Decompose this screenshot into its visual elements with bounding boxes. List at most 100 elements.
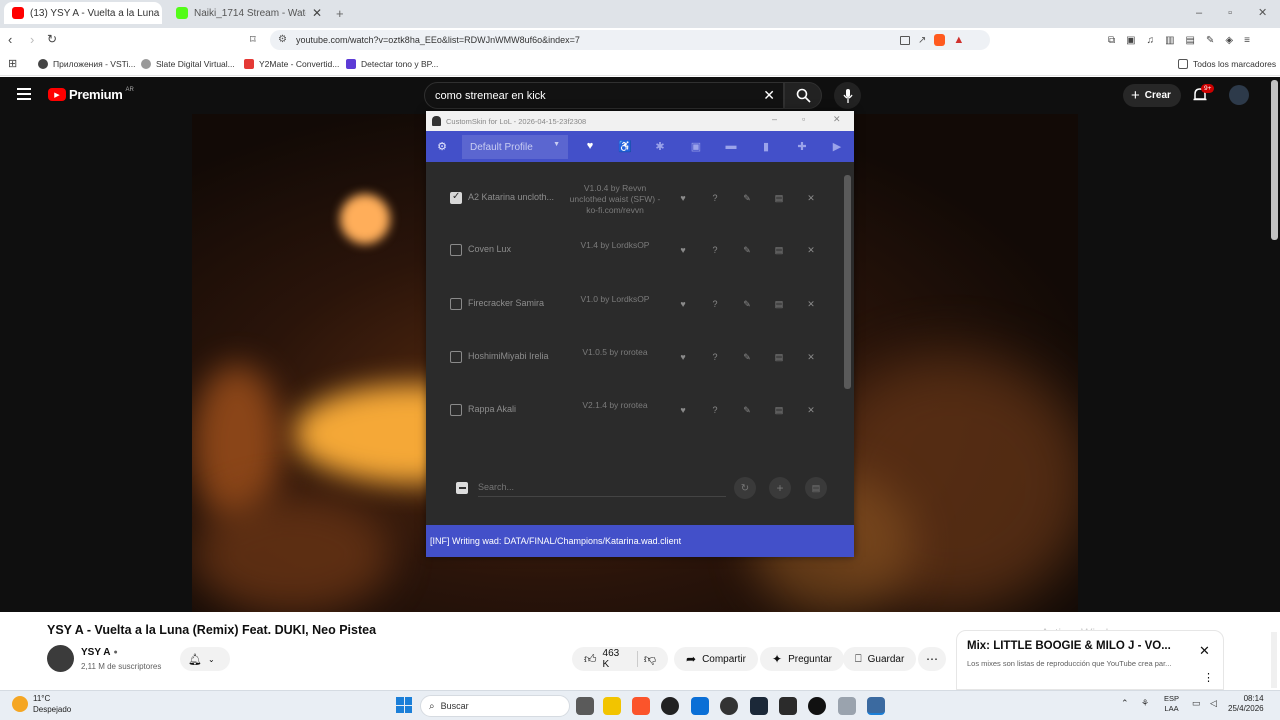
refresh-icon[interactable]: ↻ xyxy=(734,477,756,499)
close-icon[interactable]: ✕ xyxy=(159,6,162,20)
favorite-heart-icon[interactable]: ♥ xyxy=(676,243,690,257)
mod-row[interactable]: Coven Lux V1.4 by LordksOP ♥ ? ✎ ▤ ✕ xyxy=(446,235,826,265)
add-mod-icon[interactable]: + xyxy=(769,477,791,499)
new-tab-icon[interactable]: + xyxy=(336,6,344,21)
notifications-button[interactable]: 9+ xyxy=(1192,84,1215,105)
accessibility-icon[interactable]: ♿ xyxy=(615,137,635,155)
bookmark-item[interactable]: Y2Mate - Convertid... xyxy=(244,56,339,72)
export-icon[interactable]: ▤ xyxy=(772,403,786,417)
mod-row[interactable]: Firecracker Samira V1.0 by LordksOP ♥ ? … xyxy=(446,289,826,319)
youtube-logo[interactable]: ▶ Premium AR xyxy=(48,87,134,102)
minimize-icon[interactable]: – xyxy=(772,114,777,124)
task-view-icon[interactable] xyxy=(576,697,594,715)
delete-icon[interactable]: ▮ xyxy=(756,137,776,155)
steam-icon[interactable] xyxy=(750,697,768,715)
extension-icon[interactable]: ⧉ xyxy=(1108,35,1115,46)
extension-icon[interactable]: ▣ xyxy=(1126,35,1135,46)
mod-list-scrollbar[interactable] xyxy=(844,175,851,389)
mod-search-input[interactable] xyxy=(478,477,726,497)
heart-icon[interactable]: ♥ xyxy=(580,137,600,155)
close-icon[interactable]: ✕ xyxy=(833,114,841,125)
rewards-icon[interactable]: ▲ xyxy=(953,34,964,46)
mix-menu-icon[interactable]: ⋮ xyxy=(1203,671,1214,684)
site-info-icon[interactable]: ⚙ xyxy=(278,34,287,45)
import-file-icon[interactable]: ▤ xyxy=(805,477,827,499)
bug-icon[interactable]: ✱ xyxy=(650,137,670,155)
app-icon[interactable] xyxy=(808,697,826,715)
edit-icon[interactable]: ✎ xyxy=(740,297,754,311)
page-scrollbar[interactable] xyxy=(1271,632,1277,688)
mod-checkbox[interactable]: ✓ xyxy=(450,191,462,204)
mod-checkbox[interactable] xyxy=(450,298,462,310)
tab-kick[interactable]: Naiki_1714 Stream - Watch Live on K ✕ xyxy=(168,2,330,24)
app-icon[interactable] xyxy=(661,697,679,715)
mod-row[interactable]: ✓ A2 Katarina uncloth... V1.0.4 by Revvn… xyxy=(446,183,826,215)
brave-browser-icon[interactable] xyxy=(632,697,650,715)
reload-icon[interactable]: ↻ xyxy=(47,32,57,46)
remove-icon[interactable]: ✕ xyxy=(804,243,818,257)
mod-checkbox[interactable] xyxy=(450,404,462,416)
translate-icon[interactable]: ✎ xyxy=(1206,35,1214,46)
language-indicator[interactable]: ESP LAA xyxy=(1164,694,1179,714)
search-input[interactable]: como stremear en kick ✕ xyxy=(424,82,784,109)
league-client-icon[interactable] xyxy=(867,697,885,715)
bookmark-item[interactable]: Приложения - VSTi... xyxy=(38,56,135,72)
search-button[interactable] xyxy=(784,82,822,109)
info-icon[interactable]: ? xyxy=(708,297,722,311)
share-button[interactable]: ➦ Compartir xyxy=(674,647,758,671)
window-controls-icon[interactable]: –▫✕ xyxy=(1196,6,1280,19)
hamburger-menu-icon[interactable] xyxy=(17,88,31,100)
create-button[interactable]: + Crear xyxy=(1123,84,1181,107)
mod-row[interactable]: Rappa Akali V2.1.4 by rorotea ♥ ? ✎ ▤ ✕ xyxy=(446,395,826,425)
like-icon[interactable]: 👍︎ xyxy=(584,652,597,667)
dislike-icon[interactable]: 👎︎ xyxy=(644,652,656,667)
close-icon[interactable]: ✕ xyxy=(1199,643,1210,659)
favorite-heart-icon[interactable]: ♥ xyxy=(676,403,690,417)
folder-icon[interactable]: ▬ xyxy=(721,137,741,155)
mod-checkbox[interactable] xyxy=(450,244,462,256)
avatar[interactable] xyxy=(1229,85,1249,105)
clock[interactable]: 08:14 25/4/2026 xyxy=(1228,694,1264,714)
info-icon[interactable]: ? xyxy=(708,403,722,417)
channel-name[interactable]: YSY A ● xyxy=(81,647,118,658)
app-icon[interactable] xyxy=(691,697,709,715)
weather-sun-icon[interactable] xyxy=(12,696,28,712)
tab-youtube[interactable]: (13) YSY A - Vuelta a la Luna ✕ xyxy=(4,2,162,24)
volume-icon[interactable]: ◁ xyxy=(1210,698,1217,709)
export-icon[interactable]: ▤ xyxy=(772,243,786,257)
back-icon[interactable]: ‹ xyxy=(8,32,12,47)
address-bar[interactable]: ⚙ youtube.com/watch?v=oztk8ha_EEo&list=R… xyxy=(270,30,990,50)
bookmark-icon[interactable]: ⌑ xyxy=(250,33,256,46)
info-icon[interactable]: ? xyxy=(708,191,722,205)
share-icon[interactable]: ↗ xyxy=(918,35,926,46)
info-icon[interactable]: ? xyxy=(708,243,722,257)
vpn-icon[interactable]: ◈ xyxy=(1225,35,1233,46)
info-icon[interactable]: ? xyxy=(708,350,722,364)
settings-gear-icon[interactable]: ⚙ xyxy=(432,137,452,155)
remove-icon[interactable]: ✕ xyxy=(804,350,818,364)
media-icon[interactable]: ♫ xyxy=(1147,35,1155,46)
tray-chevron-icon[interactable]: ⌃ xyxy=(1121,698,1129,709)
install-icon[interactable] xyxy=(900,35,910,45)
bookmark-item[interactable]: Slate Digital Virtual... xyxy=(141,56,235,72)
mod-checkbox[interactable] xyxy=(450,351,462,363)
edit-icon[interactable]: ✎ xyxy=(740,243,754,257)
app-icon[interactable] xyxy=(838,697,856,715)
maximize-icon[interactable]: ▫ xyxy=(802,114,805,124)
menu-icon[interactable]: ≡ xyxy=(1244,35,1250,46)
edit-icon[interactable]: ✎ xyxy=(740,403,754,417)
favorite-heart-icon[interactable]: ♥ xyxy=(676,297,690,311)
export-icon[interactable]: ▤ xyxy=(772,191,786,205)
save-button[interactable]: ⎕ Guardar xyxy=(843,647,917,671)
ask-button[interactable]: ✦ Preguntar xyxy=(760,647,844,671)
edit-icon[interactable]: ✎ xyxy=(740,191,754,205)
bookmark-item[interactable]: Detectar tono y BP... xyxy=(346,56,438,72)
save-icon[interactable]: ▣ xyxy=(686,137,706,155)
all-bookmarks[interactable]: Todos los marcadores xyxy=(1178,56,1276,72)
run-play-icon[interactable]: ▶ xyxy=(827,137,847,155)
profile-select[interactable]: Default Profile ▼ xyxy=(462,135,568,159)
remove-icon[interactable]: ✕ xyxy=(804,191,818,205)
export-icon[interactable]: ▤ xyxy=(772,297,786,311)
network-icon[interactable]: ▭ xyxy=(1192,698,1201,709)
export-icon[interactable]: ▤ xyxy=(772,350,786,364)
